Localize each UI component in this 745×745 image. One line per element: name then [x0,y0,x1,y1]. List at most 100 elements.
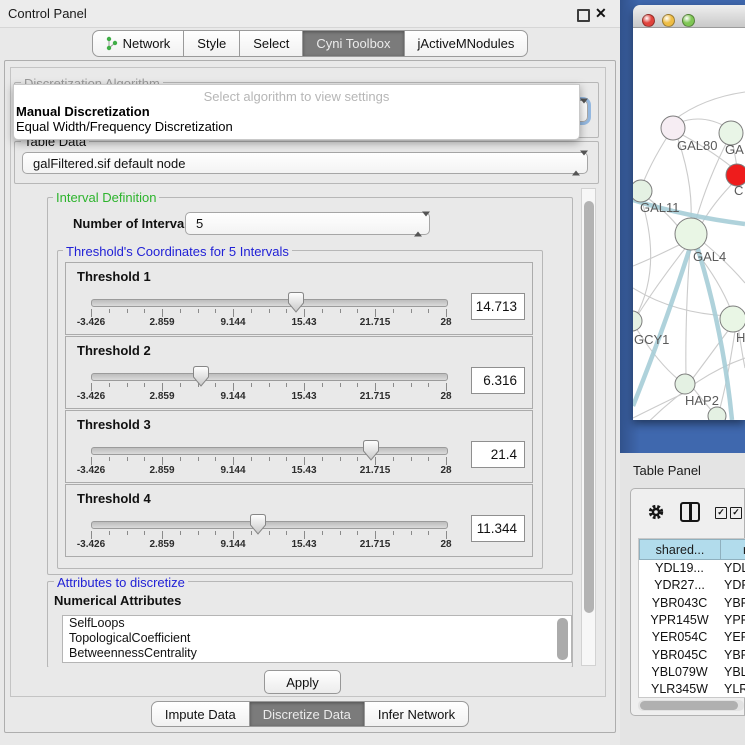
edge[interactable] [633,243,683,266]
attribute-item-betweennesscentrality[interactable]: BetweennessCentrality [63,646,571,661]
node-gal11[interactable] [633,180,652,202]
slider-tick [411,383,412,387]
cell-shared-name: YDL19... [639,561,720,575]
slider-tick-label: 28 [440,465,451,476]
slider-tick [144,383,145,387]
tab-impute-data[interactable]: Impute Data [151,701,250,727]
slider-tick [233,457,234,465]
slider-handle[interactable] [288,292,304,313]
tab-infer-network[interactable]: Infer Network [364,701,469,727]
zoom-traffic-light-icon[interactable] [682,14,695,27]
cell-shared-name: YLR345W [639,682,720,696]
network-graph: GAL80GACGAL11GAL4GCY1HHAP2 [633,28,745,420]
network-window-titlebar[interactable] [633,5,745,28]
checkbox-icon[interactable]: ✓ [730,507,742,519]
slider-tick [198,457,199,461]
slider-tick [215,383,216,387]
split-view-icon[interactable] [680,502,700,522]
node-label-h-node: H [736,330,745,345]
threshold-label: Threshold 4 [77,491,151,506]
threshold-value-field[interactable]: 6.316 [471,367,525,394]
slider-handle[interactable] [193,366,209,387]
panel-scrollbar[interactable] [581,188,596,666]
slider-tick [357,531,358,535]
close-traffic-light-icon[interactable] [642,14,655,27]
threshold-value-field[interactable]: 14.713 [471,293,525,320]
node-h-node[interactable] [720,306,745,332]
column-header-name[interactable]: na [720,539,745,560]
float-window-icon[interactable] [577,9,590,22]
node-gal4[interactable] [675,218,707,250]
slider-tick [162,309,163,317]
minimize-traffic-light-icon[interactable] [662,14,675,27]
node-hap2[interactable] [675,374,695,394]
tab-label: Cyni Toolbox [316,36,390,51]
table-row[interactable]: YBR043CYBR0 [639,596,745,613]
cell-name: YBL0 [724,665,745,679]
scrollbar-thumb[interactable] [640,701,738,710]
slider-tick [251,383,252,387]
table-row[interactable]: YBL079W YBL0 [639,665,745,682]
tab-cyni-toolbox[interactable]: Cyni Toolbox [302,30,404,57]
slider-tick [322,457,323,461]
tab-jactivemnodules[interactable]: jActiveMNodules [404,30,529,57]
apply-button[interactable]: Apply [264,670,341,694]
node-node-b[interactable] [708,407,726,420]
edge[interactable] [686,248,690,377]
tab-style[interactable]: Style [183,30,240,57]
dropdown-option-manual-discretization[interactable]: Manual Discretization [16,104,150,119]
numerical-attributes-list[interactable]: SelfLoopsTopologicalCoefficientBetweenne… [62,615,572,663]
attribute-item-selfloops[interactable]: SelfLoops [63,616,571,631]
scrollbar-thumb[interactable] [584,201,594,613]
threshold-value-field[interactable]: 21.4 [471,441,525,468]
slider-tick [109,383,110,387]
chevron-up-down-icon [572,156,580,171]
table-row[interactable]: YLR345WYLR3 [639,682,745,698]
slider-tick [162,383,163,391]
slider-tick [411,457,412,461]
edge[interactable] [633,390,691,418]
tab-select[interactable]: Select [239,30,303,57]
horizontal-scrollbar[interactable] [638,700,744,711]
slider-tick [215,457,216,461]
cell-shared-name: YBL079W [639,665,720,679]
table-row[interactable]: YDR27...YDR2 [639,578,745,595]
slider-tick [215,309,216,313]
number-of-intervals-select[interactable]: 5 [185,212,430,235]
table-row[interactable]: YER054CYER0 [639,630,745,647]
tab-network[interactable]: Network [92,30,185,57]
dropdown-header: Select algorithm to view settings [14,89,579,104]
slider-tick [322,383,323,387]
tab-label: Style [197,36,226,51]
slider-handle[interactable] [250,514,266,535]
node-gal80[interactable] [661,116,685,140]
close-icon[interactable]: ✕ [595,5,607,22]
gear-icon[interactable] [647,503,665,521]
slider-tick [269,457,270,461]
checkbox-icon[interactable]: ✓ [715,507,727,519]
tab-discretize-data[interactable]: Discretize Data [249,701,365,727]
list-scrollbar[interactable] [557,618,568,660]
slider-track[interactable] [91,521,448,529]
edge[interactable] [635,198,651,318]
screenshot-root: Control Panel ✕ NetworkStyleSelectCyni T… [0,0,745,745]
network-icon [106,36,118,51]
table-data-select[interactable]: galFiltered.sif default node [22,152,588,174]
column-header-shared-name[interactable]: shared... [639,539,721,560]
slider-track[interactable] [91,447,448,455]
slider-tick-label: -3.426 [77,317,105,328]
node-gcy1[interactable] [633,311,642,331]
slider-handle[interactable] [363,440,379,461]
slider-track[interactable] [91,373,448,381]
slider-track[interactable] [91,299,448,307]
cell-name: YER0 [724,630,745,644]
table-row[interactable]: YBR045CYBR0 [639,648,745,665]
attribute-item-topologicalcoefficient[interactable]: TopologicalCoefficient [63,631,571,646]
table-row[interactable]: YPR145WYPR1 [639,613,745,630]
edge[interactable] [674,92,745,120]
threshold-value-field[interactable]: 11.344 [471,515,525,542]
node-table: shared... na YDL19...YDL1YDR27...YDR2YBR… [638,538,745,698]
network-canvas[interactable]: GAL80GACGAL11GAL4GCY1HHAP2 [633,28,745,420]
dropdown-option-equal-width-frequency-discretization[interactable]: Equal Width/Frequency Discretization [16,119,233,134]
table-row[interactable]: YDL19...YDL1 [639,561,745,578]
